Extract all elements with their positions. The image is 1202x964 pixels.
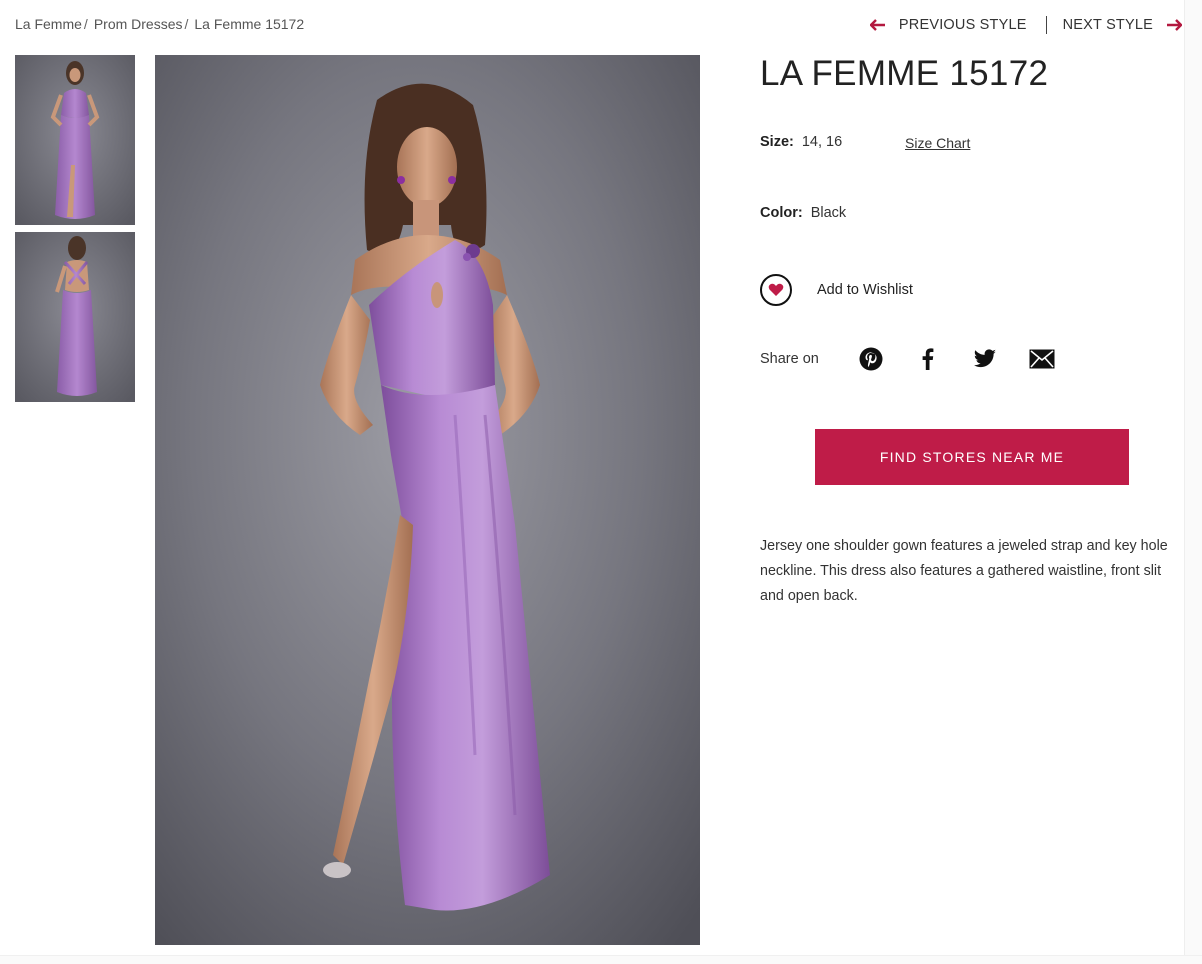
wishlist-label: Add to Wishlist bbox=[817, 282, 913, 298]
product-main-image bbox=[155, 55, 700, 945]
breadcrumb-separator: / bbox=[184, 16, 189, 32]
size-chart-link[interactable]: Size Chart bbox=[905, 135, 970, 151]
color-label: Color: bbox=[760, 205, 803, 221]
twitter-icon[interactable] bbox=[972, 346, 998, 372]
next-style-label: NEXT STYLE bbox=[1062, 17, 1153, 33]
find-stores-button[interactable]: FIND STORES NEAR ME bbox=[815, 429, 1129, 485]
breadcrumb: La Femme / Prom Dresses / La Femme 15172 bbox=[15, 16, 304, 32]
facebook-icon[interactable] bbox=[915, 346, 941, 372]
page-edge-bottom bbox=[0, 955, 1202, 964]
size-value: 14, 16 bbox=[801, 134, 843, 150]
previous-style-label: PREVIOUS STYLE bbox=[898, 17, 1027, 33]
color-row: Color: Black bbox=[760, 205, 846, 221]
share-row: Share on bbox=[760, 346, 1086, 372]
breadcrumb-current: La Femme 15172 bbox=[194, 16, 305, 32]
wishlist-circle bbox=[760, 274, 792, 306]
arrow-left-icon bbox=[869, 19, 886, 31]
breadcrumb-link-category[interactable]: Prom Dresses bbox=[94, 16, 183, 32]
next-style-link[interactable]: NEXT STYLE bbox=[1062, 17, 1183, 33]
size-label: Size: bbox=[760, 134, 794, 150]
breadcrumb-separator: / bbox=[83, 16, 88, 32]
heart-icon bbox=[768, 283, 784, 296]
nav-divider bbox=[1045, 16, 1047, 34]
product-thumbnail-front[interactable] bbox=[15, 55, 135, 225]
product-title: LA FEMME 15172 bbox=[760, 54, 1049, 93]
arrow-right-icon bbox=[1166, 19, 1183, 31]
share-label: Share on bbox=[760, 351, 819, 367]
pinterest-icon[interactable] bbox=[858, 346, 884, 372]
breadcrumb-link-brand[interactable]: La Femme bbox=[15, 16, 82, 32]
product-thumbnail-back[interactable] bbox=[15, 232, 135, 402]
page-edge-right bbox=[1184, 0, 1202, 964]
product-description: Jersey one shoulder gown features a jewe… bbox=[760, 538, 1168, 604]
email-icon[interactable] bbox=[1029, 346, 1055, 372]
style-navigation: PREVIOUS STYLE NEXT STYLE bbox=[869, 16, 1183, 34]
previous-style-link[interactable]: PREVIOUS STYLE bbox=[869, 17, 1027, 33]
color-value: Black bbox=[810, 205, 847, 221]
add-to-wishlist-button[interactable]: Add to Wishlist bbox=[760, 274, 913, 306]
size-row: Size: 14, 16 bbox=[760, 134, 842, 150]
